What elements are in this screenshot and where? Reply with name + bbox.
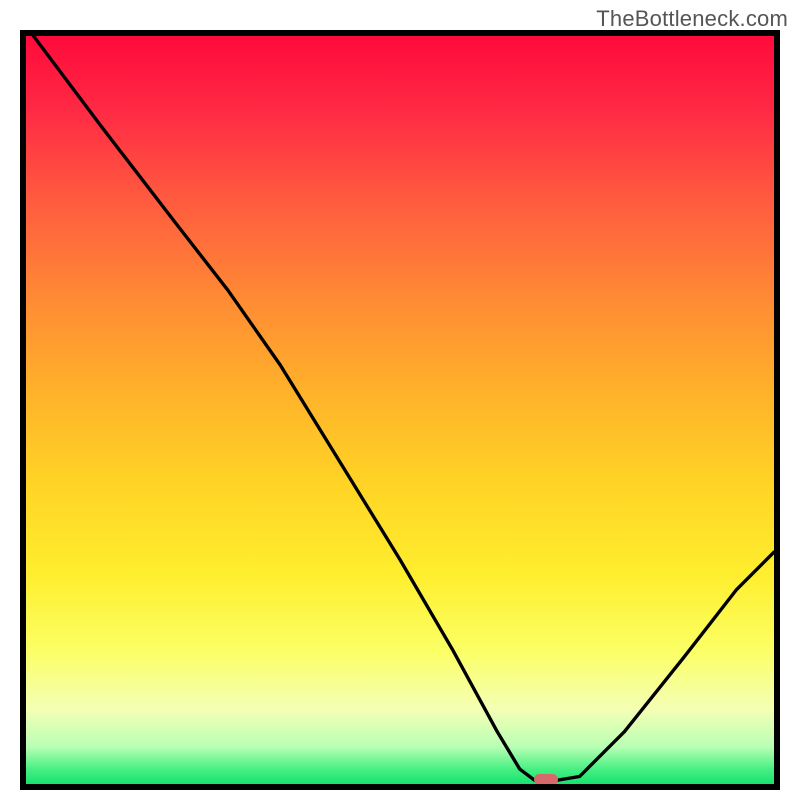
watermark-text: TheBottleneck.com — [596, 6, 788, 32]
bottleneck-curve — [26, 36, 774, 784]
stage: TheBottleneck.com — [0, 0, 800, 800]
curve-path — [33, 36, 774, 780]
plot-frame — [20, 30, 780, 790]
optimal-marker — [534, 774, 558, 785]
